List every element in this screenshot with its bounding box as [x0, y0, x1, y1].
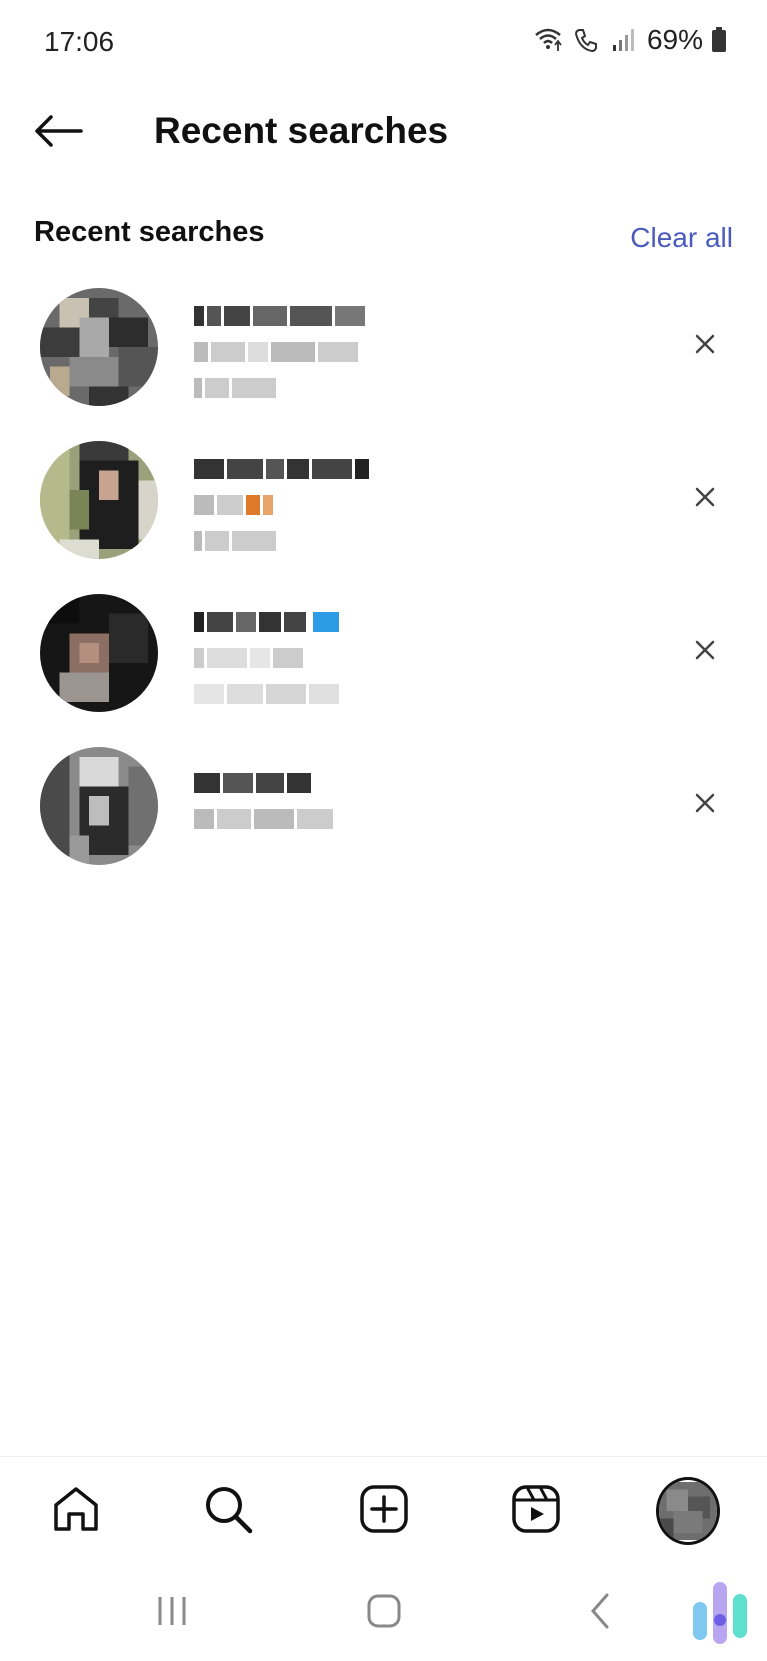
nav-search-button[interactable]: [196, 1479, 260, 1543]
signal-icon: [609, 25, 639, 55]
status-time: 17:06: [44, 26, 115, 57]
list-item[interactable]: [0, 588, 767, 741]
status-icons: 69%: [533, 24, 727, 56]
brand-logo-icon: [689, 1576, 753, 1648]
close-icon: [694, 639, 716, 666]
nav-reels-button[interactable]: [504, 1479, 568, 1543]
nav-home-button[interactable]: [44, 1479, 108, 1543]
result-text: [194, 765, 634, 837]
verified-badge-icon: [313, 612, 339, 632]
home-icon: [365, 1592, 403, 1635]
back-arrow-icon: [33, 114, 83, 153]
back-button[interactable]: [30, 110, 86, 156]
system-recents-button[interactable]: [142, 1588, 202, 1638]
result-meta: [194, 370, 634, 406]
close-icon: [694, 792, 716, 819]
system-home-button[interactable]: [354, 1588, 414, 1638]
remove-search-button[interactable]: [685, 479, 725, 519]
back-icon: [585, 1591, 615, 1636]
result-meta: [194, 523, 634, 559]
list-item[interactable]: [0, 282, 767, 435]
home-icon: [50, 1483, 102, 1540]
list-item[interactable]: [0, 435, 767, 588]
remove-search-button[interactable]: [685, 326, 725, 366]
avatar: [40, 747, 158, 865]
wifi-calling-icon: [533, 25, 563, 55]
create-icon: [358, 1483, 410, 1540]
recents-icon: [152, 1593, 192, 1634]
status-bar: 17:06 69%: [0, 0, 767, 88]
reels-icon: [510, 1483, 562, 1540]
close-icon: [694, 486, 716, 513]
avatar: [40, 441, 158, 559]
recent-searches-list: [0, 282, 767, 894]
result-text: [194, 451, 634, 559]
nav-create-button[interactable]: [352, 1479, 416, 1543]
bottom-nav: [0, 1456, 767, 1567]
result-subtitle: [194, 334, 634, 370]
result-name: [194, 451, 634, 487]
clear-all-button[interactable]: Clear all: [630, 222, 733, 254]
page-title: Recent searches: [154, 110, 449, 151]
battery-icon: [711, 25, 727, 55]
result-subtitle: [194, 487, 634, 523]
system-back-button[interactable]: [570, 1588, 630, 1638]
app-header: Recent searches: [0, 88, 767, 178]
result-text: [194, 298, 634, 406]
result-text: [194, 604, 634, 712]
nav-profile-button[interactable]: [656, 1477, 720, 1545]
close-icon: [694, 333, 716, 360]
search-icon: [202, 1483, 254, 1540]
profile-avatar: [656, 1477, 720, 1545]
remove-search-button[interactable]: [685, 632, 725, 672]
list-item[interactable]: [0, 741, 767, 894]
avatar: [40, 288, 158, 406]
result-meta: [194, 676, 634, 712]
result-subtitle: [194, 801, 634, 837]
result-name: [194, 298, 634, 334]
remove-search-button[interactable]: [685, 785, 725, 825]
call-icon: [571, 25, 601, 55]
system-nav: [0, 1566, 767, 1661]
result-subtitle: [194, 640, 634, 676]
avatar: [40, 594, 158, 712]
result-name: [194, 765, 634, 801]
section-title: Recent searches: [34, 216, 265, 248]
result-name: [194, 604, 634, 640]
battery-percent: 69%: [646, 24, 703, 55]
